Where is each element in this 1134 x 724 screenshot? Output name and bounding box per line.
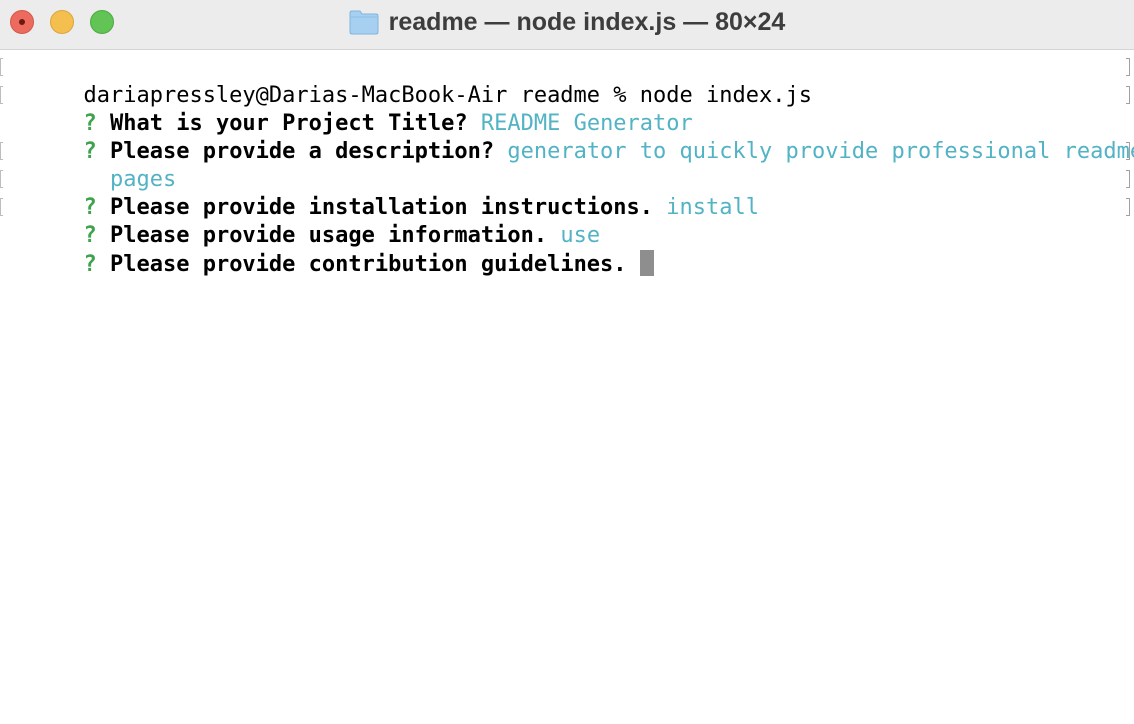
continuation-line: pages: [0, 138, 1134, 192]
line-mark-left: [0, 170, 3, 188]
prompt-line: ? Please provide a description? generato…: [0, 110, 1134, 164]
line-mark-left: [0, 86, 3, 104]
window-title-group: readme — node index.js — 80×24: [0, 0, 1134, 44]
prompt-text: Please provide contribution guidelines.: [109, 252, 627, 277]
line-mark-right: [1126, 170, 1130, 188]
line-mark-left: [0, 142, 3, 160]
window-title: readme — node index.js — 80×24: [388, 7, 786, 36]
active-prompt-line[interactable]: ? Please provide contribution guidelines…: [0, 222, 1134, 277]
question-mark: ?: [83, 252, 97, 277]
text-cursor[interactable]: [639, 250, 654, 276]
line-mark-left: [0, 58, 3, 76]
command-line: dariapressley@Darias-MacBook-Air readme …: [0, 54, 1134, 108]
line-mark-left: [0, 198, 3, 216]
line-mark-right: [1126, 86, 1130, 104]
line-mark-right: [1126, 142, 1130, 160]
prompt-line: ? Please provide usage information. use: [0, 194, 1134, 248]
folder-icon: [349, 10, 379, 35]
prompt-line: ? Please provide installation instructio…: [0, 166, 1134, 220]
terminal-output[interactable]: dariapressley@Darias-MacBook-Air readme …: [0, 54, 1134, 724]
prompt-line: ? What is your Project Title? README Gen…: [0, 82, 1134, 136]
title-bar[interactable]: readme — node index.js — 80×24: [0, 0, 1134, 50]
line-mark-right: [1126, 198, 1130, 216]
terminal-window: readme — node index.js — 80×24 dariapres…: [0, 0, 1134, 724]
line-mark-right: [1126, 58, 1130, 76]
